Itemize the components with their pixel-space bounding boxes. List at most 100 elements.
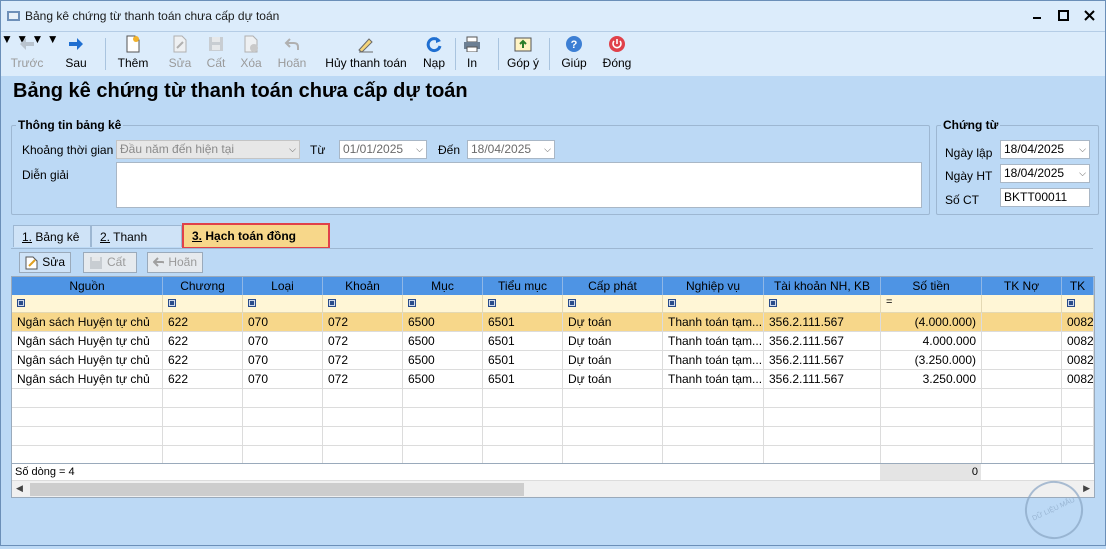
column-filter[interactable] — [483, 295, 563, 313]
table-cell[interactable] — [163, 408, 243, 427]
horizontal-scrollbar[interactable]: ◀ ▶ — [12, 480, 1094, 497]
column-header[interactable]: Nguồn — [12, 277, 163, 295]
add-button[interactable]: Thêm — [115, 34, 151, 74]
table-cell[interactable] — [243, 389, 323, 408]
table-cell[interactable]: 072 — [323, 332, 403, 351]
scrollbar-thumb[interactable] — [30, 483, 524, 496]
table-cell[interactable] — [982, 427, 1062, 446]
table-cell[interactable] — [483, 408, 563, 427]
table-cell[interactable]: 622 — [163, 313, 243, 332]
to-date-field[interactable]: 18/04/2025 ⌵ — [467, 140, 555, 159]
tab-bang-ke[interactable]: 1. Bảng kê — [13, 225, 91, 247]
column-filter[interactable] — [243, 295, 323, 313]
table-cell[interactable]: 6501 — [483, 370, 563, 389]
edit-button[interactable]: Sửa — [167, 34, 193, 74]
tab-hach-toan-dong-thoi[interactable]: 3. Hạch toán đồng thời — [182, 223, 330, 265]
scroll-left-icon[interactable]: ◀ — [16, 483, 23, 494]
table-cell[interactable] — [563, 408, 663, 427]
back-button[interactable]: Trước — [9, 34, 45, 74]
table-row[interactable]: Ngân sách Huyện tự chủ 622 070 072 6500 6501 D… — [12, 370, 1094, 389]
table-cell[interactable] — [1062, 408, 1094, 427]
table-cell[interactable] — [982, 370, 1062, 389]
column-header[interactable]: Tiểu mục — [483, 277, 563, 295]
table-cell[interactable] — [323, 389, 403, 408]
table-cell[interactable]: 008221 — [1062, 351, 1094, 370]
table-cell[interactable]: Thanh toán tạm... — [663, 332, 764, 351]
table-row[interactable] — [12, 408, 1094, 427]
table-cell[interactable] — [483, 389, 563, 408]
table-cell[interactable]: 072 — [323, 370, 403, 389]
table-cell[interactable]: 6501 — [483, 351, 563, 370]
table-cell[interactable] — [881, 408, 982, 427]
column-filter[interactable] — [1062, 295, 1094, 313]
table-cell[interactable] — [563, 389, 663, 408]
table-cell[interactable] — [764, 427, 881, 446]
column-header[interactable]: TK Nợ — [982, 277, 1062, 295]
delete-button[interactable]: Xóa — [237, 34, 265, 74]
cancel-payment-button[interactable]: Hủy thanh toán — [321, 34, 411, 74]
table-cell[interactable] — [663, 389, 764, 408]
table-cell[interactable]: 6500 — [403, 332, 483, 351]
table-cell[interactable]: Ngân sách Huyện tự chủ — [12, 313, 163, 332]
print-dropdown-icon[interactable]: ▼ — [47, 32, 59, 46]
table-cell[interactable] — [323, 427, 403, 446]
grid-undo-button[interactable]: Hoãn — [147, 252, 203, 273]
chevron-down-icon[interactable]: ⌵ — [1079, 165, 1086, 182]
table-cell[interactable] — [982, 313, 1062, 332]
table-cell[interactable]: 070 — [243, 332, 323, 351]
grid-edit-button[interactable]: Sửa — [19, 252, 71, 273]
table-cell[interactable]: Ngân sách Huyện tự chủ — [12, 370, 163, 389]
table-cell[interactable] — [881, 427, 982, 446]
table-cell[interactable]: 070 — [243, 370, 323, 389]
close-window-button[interactable] — [1081, 7, 1097, 23]
column-filter[interactable] — [163, 295, 243, 313]
table-cell[interactable] — [982, 408, 1062, 427]
column-filter[interactable] — [563, 295, 663, 313]
table-cell[interactable]: 356.2.111.567 — [764, 332, 881, 351]
column-header[interactable]: Nghiệp vụ — [663, 277, 764, 295]
help-button[interactable]: ? Giúp — [557, 34, 591, 74]
column-filter[interactable]: = — [881, 295, 982, 313]
table-cell[interactable]: Thanh toán tạm... — [663, 370, 764, 389]
table-row[interactable] — [12, 427, 1094, 446]
table-cell[interactable] — [663, 427, 764, 446]
next-button[interactable]: Sau — [61, 34, 91, 74]
table-row[interactable]: Ngân sách Huyện tự chủ 622 070 072 6500 6501 D… — [12, 351, 1094, 370]
table-cell[interactable]: 072 — [323, 313, 403, 332]
table-cell[interactable] — [403, 427, 483, 446]
table-cell[interactable]: 622 — [163, 332, 243, 351]
table-cell[interactable]: Dự toán — [563, 332, 663, 351]
column-header[interactable]: TK — [1062, 277, 1094, 295]
table-cell[interactable] — [881, 389, 982, 408]
column-header[interactable]: Cấp phát — [563, 277, 663, 295]
column-filter[interactable] — [663, 295, 764, 313]
table-cell[interactable]: Dự toán — [563, 351, 663, 370]
column-header[interactable]: Mục — [403, 277, 483, 295]
table-cell[interactable]: 356.2.111.567 — [764, 313, 881, 332]
posting-date-field[interactable]: 18/04/2025 ⌵ — [1000, 164, 1090, 183]
table-cell[interactable]: 6501 — [483, 313, 563, 332]
column-header[interactable]: Chương — [163, 277, 243, 295]
column-filter[interactable] — [403, 295, 483, 313]
table-cell[interactable] — [403, 408, 483, 427]
column-filter[interactable] — [12, 295, 163, 313]
tab-thanh-toan[interactable]: 2. Thanh toán — [91, 225, 182, 266]
table-cell[interactable]: 6500 — [403, 370, 483, 389]
table-cell[interactable] — [163, 427, 243, 446]
table-cell[interactable] — [1062, 389, 1094, 408]
table-cell[interactable] — [12, 389, 163, 408]
table-cell[interactable] — [323, 408, 403, 427]
table-cell[interactable] — [982, 332, 1062, 351]
table-cell[interactable]: 356.2.111.567 — [764, 351, 881, 370]
table-cell[interactable] — [243, 408, 323, 427]
description-field[interactable] — [116, 162, 922, 208]
table-cell[interactable]: 008222 — [1062, 370, 1094, 389]
table-cell[interactable] — [982, 351, 1062, 370]
table-cell[interactable] — [764, 389, 881, 408]
column-filter[interactable] — [982, 295, 1062, 313]
from-date-field[interactable]: 01/01/2025 ⌵ — [339, 140, 427, 159]
column-header[interactable]: Số tiền — [881, 277, 982, 295]
chevron-down-icon[interactable]: ⌵ — [1079, 141, 1086, 158]
table-cell[interactable] — [483, 427, 563, 446]
table-cell[interactable]: 356.2.111.567 — [764, 370, 881, 389]
